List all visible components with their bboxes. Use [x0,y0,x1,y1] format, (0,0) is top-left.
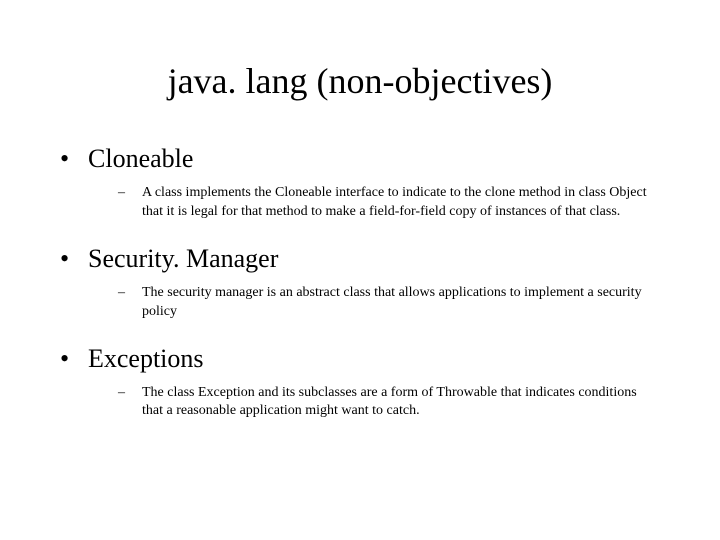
slide-title: java. lang (non-objectives) [60,60,660,102]
dash-icon: – [118,184,142,203]
bullet-icon: • [60,246,88,272]
sub-text: The class Exception and its subclasses a… [142,384,660,422]
bullet-row: • Security. Manager [60,244,660,274]
sub-item: – A class implements the Cloneable inter… [118,184,660,222]
bullet-row: • Cloneable [60,144,660,174]
list-item: • Security. Manager – The security manag… [60,244,660,322]
bullet-list: • Cloneable – A class implements the Clo… [60,144,660,421]
bullet-icon: • [60,346,88,372]
list-item: • Exceptions – The class Exception and i… [60,344,660,422]
item-label: Security. Manager [88,244,278,274]
sub-list: – The class Exception and its subclasses… [60,384,660,422]
item-label: Exceptions [88,344,204,374]
slide: java. lang (non-objectives) • Cloneable … [0,0,720,540]
sub-list: – The security manager is an abstract cl… [60,284,660,322]
bullet-row: • Exceptions [60,344,660,374]
dash-icon: – [118,284,142,303]
sub-text: The security manager is an abstract clas… [142,284,660,322]
sub-item: – The class Exception and its subclasses… [118,384,660,422]
list-item: • Cloneable – A class implements the Clo… [60,144,660,222]
sub-item: – The security manager is an abstract cl… [118,284,660,322]
item-label: Cloneable [88,144,193,174]
sub-text: A class implements the Cloneable interfa… [142,184,660,222]
bullet-icon: • [60,146,88,172]
dash-icon: – [118,384,142,403]
sub-list: – A class implements the Cloneable inter… [60,184,660,222]
